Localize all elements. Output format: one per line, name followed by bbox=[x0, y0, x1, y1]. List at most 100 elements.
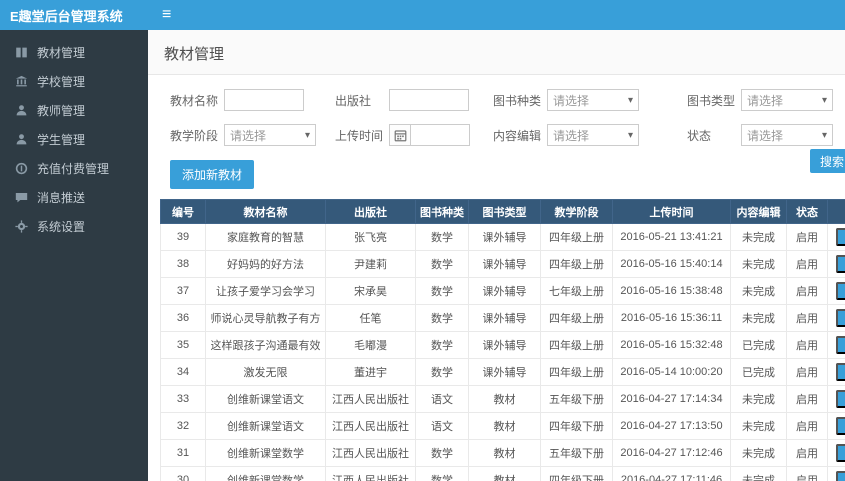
table-cell: 2016-04-27 17:14:34 bbox=[612, 385, 731, 413]
table-cell: 四年级下册 bbox=[540, 412, 613, 440]
table-cell: 课外辅导 bbox=[468, 223, 541, 251]
chevron-down-icon: ▾ bbox=[627, 94, 633, 106]
sidebar: 教材管理学校管理教师管理 学生管理充值付费管理消息推送 系统设置 bbox=[0, 30, 148, 481]
table-cell: 未完成 bbox=[730, 250, 787, 278]
chevron-down-icon: ▾ bbox=[627, 129, 633, 141]
sidebar-item-6[interactable]: 系统设置 bbox=[0, 212, 148, 241]
table-cell: 启用 bbox=[786, 439, 828, 467]
select-value: 请选择 bbox=[553, 93, 590, 108]
table-cell: 江西人民出版社 bbox=[325, 466, 416, 481]
table-cell: 数学 bbox=[415, 250, 469, 278]
sidebar-item-1[interactable]: 学校管理 bbox=[0, 67, 148, 96]
table-cell: 课外辅导 bbox=[468, 331, 541, 359]
table-cell: 语文 bbox=[415, 412, 469, 440]
table-cell: 启用 bbox=[786, 250, 828, 278]
status-select[interactable]: 请选择 ▾ bbox=[741, 124, 833, 146]
column-header: 内容编辑 bbox=[730, 199, 787, 224]
table-cell: 七年级上册 bbox=[540, 277, 613, 305]
school-icon bbox=[15, 75, 28, 88]
row-action-button[interactable] bbox=[835, 362, 845, 381]
table-cell: 2016-04-27 17:13:50 bbox=[612, 412, 731, 440]
table-cell: 已完成 bbox=[730, 358, 787, 386]
table-cell: 2016-05-16 15:40:14 bbox=[612, 250, 731, 278]
column-header: 出版社 bbox=[325, 199, 416, 224]
row-action-button[interactable] bbox=[835, 281, 845, 300]
select-value: 请选择 bbox=[230, 128, 267, 143]
chevron-down-icon: ▾ bbox=[821, 94, 827, 106]
textbook-name-input[interactable] bbox=[224, 89, 304, 111]
table-header-row: 编号 教材名称 出版社 图书种类 图书类型 教学阶段 上传时间 内容编辑 状态 bbox=[160, 199, 845, 224]
column-header: 教材名称 bbox=[205, 199, 326, 224]
sidebar-item-label: 充值付费管理 bbox=[37, 162, 110, 176]
book-type-select[interactable]: 请选择 ▾ bbox=[741, 89, 833, 111]
table-cell: 张飞亮 bbox=[325, 223, 416, 251]
column-header: 编号 bbox=[160, 199, 206, 224]
select-value: 请选择 bbox=[553, 128, 590, 143]
table-cell: 激发无限 bbox=[205, 358, 326, 386]
actions-column-header bbox=[827, 199, 845, 224]
upload-date-input[interactable] bbox=[410, 124, 470, 146]
table-cell: 启用 bbox=[786, 304, 828, 332]
table-cell: 创维新课堂数学 bbox=[205, 466, 326, 481]
filter-label: 出版社 bbox=[335, 93, 372, 108]
topbar: E趣堂后台管理系统 ≡ bbox=[0, 0, 845, 30]
filter-label: 图书类型 bbox=[687, 93, 736, 108]
table-cell: 创维新课堂语文 bbox=[205, 385, 326, 413]
table-cell: 启用 bbox=[786, 358, 828, 386]
teaching-stage-select[interactable]: 请选择 ▾ bbox=[224, 124, 316, 146]
add-textbook-button[interactable]: 添加新教材 bbox=[170, 160, 255, 189]
row-action-button[interactable] bbox=[835, 443, 845, 462]
filter-field: 图书类型 请选择 ▾ bbox=[687, 89, 845, 111]
page-header: 教材管理 bbox=[148, 30, 845, 75]
table-cell: 师说心灵导航教子有方 bbox=[205, 304, 326, 332]
table-cell: 课外辅导 bbox=[468, 304, 541, 332]
search-button[interactable]: 搜索 bbox=[810, 149, 845, 173]
book-category-select[interactable]: 请选择 ▾ bbox=[547, 89, 639, 111]
table-cell: 任笔 bbox=[325, 304, 416, 332]
table-row: 38 好妈妈的好方法 尹建莉 数学 课外辅导 四年级上册 2016-05-16 15:40:… bbox=[160, 250, 845, 278]
table-cell: 数学 bbox=[415, 331, 469, 359]
filter-field: 教材名称 bbox=[170, 89, 325, 111]
table-actions-cell bbox=[827, 304, 845, 332]
gear-icon bbox=[15, 220, 28, 233]
table-actions-cell bbox=[827, 250, 845, 278]
row-action-button[interactable] bbox=[835, 227, 845, 246]
table-cell: 启用 bbox=[786, 223, 828, 251]
table-cell: 课外辅导 bbox=[468, 250, 541, 278]
sidebar-item-4[interactable]: 充值付费管理 bbox=[0, 154, 148, 183]
sidebar-item-3[interactable]: 学生管理 bbox=[0, 125, 148, 154]
teacher-icon bbox=[15, 104, 28, 117]
menu-toggle-icon[interactable]: ≡ bbox=[162, 7, 171, 23]
table-cell: 未完成 bbox=[730, 412, 787, 440]
sidebar-item-label: 学校管理 bbox=[37, 75, 86, 89]
table-cell: 39 bbox=[160, 223, 206, 251]
table-cell: 2016-05-21 13:41:21 bbox=[612, 223, 731, 251]
table-cell: 35 bbox=[160, 331, 206, 359]
book-icon bbox=[15, 46, 28, 59]
table-cell: 数学 bbox=[415, 466, 469, 481]
table-cell: 语文 bbox=[415, 385, 469, 413]
sidebar-item-2[interactable]: 教师管理 bbox=[0, 96, 148, 125]
row-action-button[interactable] bbox=[835, 470, 845, 481]
table-cell: 创维新课堂数学 bbox=[205, 439, 326, 467]
table-actions-cell bbox=[827, 466, 845, 481]
sidebar-item-5[interactable]: 消息推送 bbox=[0, 183, 148, 212]
filter-field: 图书种类 请选择 ▾ bbox=[493, 89, 677, 111]
table-cell: 让孩子爱学习会学习 bbox=[205, 277, 326, 305]
row-action-button[interactable] bbox=[835, 389, 845, 408]
table-cell: 教材 bbox=[468, 412, 541, 440]
chevron-down-icon: ▾ bbox=[304, 129, 310, 141]
row-action-button[interactable] bbox=[835, 308, 845, 327]
row-action-button[interactable] bbox=[835, 416, 845, 435]
row-action-button[interactable] bbox=[835, 254, 845, 273]
calendar-icon[interactable] bbox=[389, 124, 411, 146]
sidebar-item-0[interactable]: 教材管理 bbox=[0, 38, 148, 67]
publisher-input[interactable] bbox=[389, 89, 469, 111]
table-actions-cell bbox=[827, 277, 845, 305]
table-cell: 四年级上册 bbox=[540, 250, 613, 278]
table-cell: 34 bbox=[160, 358, 206, 386]
table-cell: 尹建莉 bbox=[325, 250, 416, 278]
row-action-button[interactable] bbox=[835, 335, 845, 354]
content-editor-select[interactable]: 请选择 ▾ bbox=[547, 124, 639, 146]
table-cell: 五年级下册 bbox=[540, 439, 613, 467]
